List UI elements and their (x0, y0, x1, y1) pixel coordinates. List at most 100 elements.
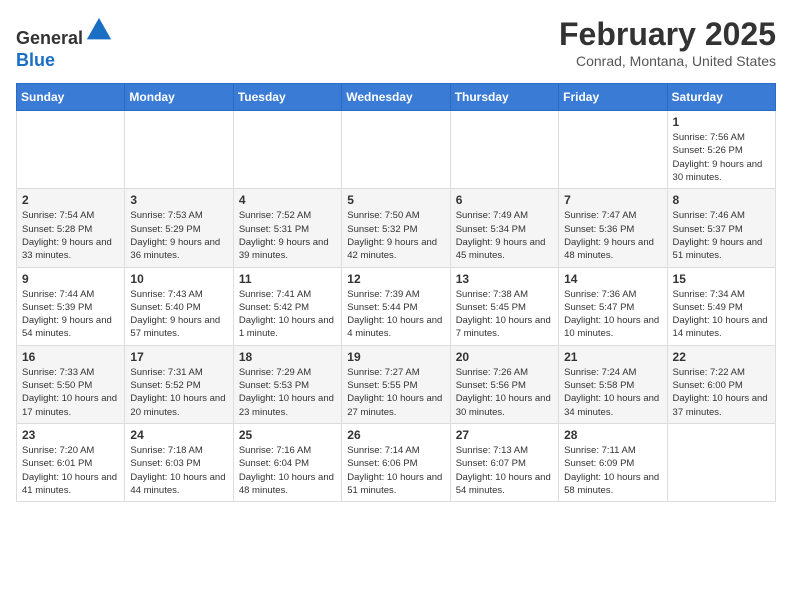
calendar-week-row: 23 Sunrise: 7:20 AM Sunset: 6:01 PM Dayli… (17, 423, 776, 501)
logo: General Blue (16, 16, 113, 71)
table-row (342, 111, 450, 189)
table-row: 16 Sunrise: 7:33 AM Sunset: 5:50 PM Dayli… (17, 345, 125, 423)
header-saturday: Saturday (667, 84, 775, 111)
day-info: Sunrise: 7:39 AM Sunset: 5:44 PM Dayligh… (347, 288, 444, 341)
day-info: Sunrise: 7:26 AM Sunset: 5:56 PM Dayligh… (456, 366, 553, 419)
day-info: Sunrise: 7:18 AM Sunset: 6:03 PM Dayligh… (130, 444, 227, 497)
day-info: Sunrise: 7:47 AM Sunset: 5:36 PM Dayligh… (564, 209, 661, 262)
table-row: 10Sunrise: 7:43 AM Sunset: 5:40 PM Dayli… (125, 267, 233, 345)
calendar-week-row: 9Sunrise: 7:44 AM Sunset: 5:39 PM Daylig… (17, 267, 776, 345)
table-row: 13 Sunrise: 7:38 AM Sunset: 5:45 PM Dayli… (450, 267, 558, 345)
day-info: Sunrise: 7:54 AM Sunset: 5:28 PM Dayligh… (22, 209, 119, 262)
header-wednesday: Wednesday (342, 84, 450, 111)
logo-blue: Blue (16, 50, 55, 70)
logo-icon (85, 16, 113, 44)
day-info: Sunrise: 7:29 AM Sunset: 5:53 PM Dayligh… (239, 366, 336, 419)
day-number: 2 (22, 193, 119, 207)
table-row: 2 Sunrise: 7:54 AM Sunset: 5:28 PM Daylig… (17, 189, 125, 267)
table-row: 17Sunrise: 7:31 AM Sunset: 5:52 PM Dayli… (125, 345, 233, 423)
calendar-table: Sunday Monday Tuesday Wednesday Thursday… (16, 83, 776, 502)
day-info: Sunrise: 7:50 AM Sunset: 5:32 PM Dayligh… (347, 209, 444, 262)
table-row (17, 111, 125, 189)
header-thursday: Thursday (450, 84, 558, 111)
table-row: 20 Sunrise: 7:26 AM Sunset: 5:56 PM Dayli… (450, 345, 558, 423)
day-number: 21 (564, 350, 661, 364)
day-number: 11 (239, 272, 336, 286)
day-info: Sunrise: 7:38 AM Sunset: 5:45 PM Dayligh… (456, 288, 553, 341)
day-info: Sunrise: 7:36 AM Sunset: 5:47 PM Dayligh… (564, 288, 661, 341)
day-info: Sunrise: 7:49 AM Sunset: 5:34 PM Dayligh… (456, 209, 553, 262)
day-number: 26 (347, 428, 444, 442)
table-row: 11 Sunrise: 7:41 AM Sunset: 5:42 PM Dayli… (233, 267, 341, 345)
table-row (233, 111, 341, 189)
day-info: Sunrise: 7:43 AM Sunset: 5:40 PM Dayligh… (130, 288, 227, 341)
day-number: 4 (239, 193, 336, 207)
day-info: Sunrise: 7:14 AM Sunset: 6:06 PM Dayligh… (347, 444, 444, 497)
day-number: 8 (673, 193, 770, 207)
calendar-week-row: 1 Sunrise: 7:56 AM Sunset: 5:26 PM Daylig… (17, 111, 776, 189)
logo-general: General (16, 28, 83, 48)
table-row (559, 111, 667, 189)
calendar-week-row: 16 Sunrise: 7:33 AM Sunset: 5:50 PM Dayli… (17, 345, 776, 423)
table-row: 4 Sunrise: 7:52 AM Sunset: 5:31 PM Daylig… (233, 189, 341, 267)
table-row: 5 Sunrise: 7:50 AM Sunset: 5:32 PM Daylig… (342, 189, 450, 267)
page-header: General Blue February 2025 Conrad, Monta… (16, 16, 776, 71)
table-row: 18 Sunrise: 7:29 AM Sunset: 5:53 PM Dayli… (233, 345, 341, 423)
table-row: 15 Sunrise: 7:34 AM Sunset: 5:49 PM Dayli… (667, 267, 775, 345)
day-info: Sunrise: 7:31 AM Sunset: 5:52 PM Dayligh… (130, 366, 227, 419)
day-number: 22 (673, 350, 770, 364)
day-number: 14 (564, 272, 661, 286)
table-row (125, 111, 233, 189)
day-number: 15 (673, 272, 770, 286)
day-number: 20 (456, 350, 553, 364)
day-info: Sunrise: 7:34 AM Sunset: 5:49 PM Dayligh… (673, 288, 770, 341)
day-info: Sunrise: 7:52 AM Sunset: 5:31 PM Dayligh… (239, 209, 336, 262)
day-number: 12 (347, 272, 444, 286)
day-info: Sunrise: 7:41 AM Sunset: 5:42 PM Dayligh… (239, 288, 336, 341)
table-row: 24 Sunrise: 7:18 AM Sunset: 6:03 PM Dayli… (125, 423, 233, 501)
table-row: 25Sunrise: 7:16 AM Sunset: 6:04 PM Dayli… (233, 423, 341, 501)
day-number: 18 (239, 350, 336, 364)
header-friday: Friday (559, 84, 667, 111)
table-row: 27Sunrise: 7:13 AM Sunset: 6:07 PM Dayli… (450, 423, 558, 501)
day-number: 6 (456, 193, 553, 207)
day-number: 25 (239, 428, 336, 442)
table-row: 14 Sunrise: 7:36 AM Sunset: 5:47 PM Dayli… (559, 267, 667, 345)
table-row (450, 111, 558, 189)
day-info: Sunrise: 7:33 AM Sunset: 5:50 PM Dayligh… (22, 366, 119, 419)
day-info: Sunrise: 7:11 AM Sunset: 6:09 PM Dayligh… (564, 444, 661, 497)
table-row: 3 Sunrise: 7:53 AM Sunset: 5:29 PM Daylig… (125, 189, 233, 267)
table-row: 23 Sunrise: 7:20 AM Sunset: 6:01 PM Dayli… (17, 423, 125, 501)
day-number: 13 (456, 272, 553, 286)
day-number: 5 (347, 193, 444, 207)
location: Conrad, Montana, United States (559, 53, 776, 69)
day-number: 19 (347, 350, 444, 364)
day-info: Sunrise: 7:13 AM Sunset: 6:07 PM Dayligh… (456, 444, 553, 497)
header-monday: Monday (125, 84, 233, 111)
day-info: Sunrise: 7:22 AM Sunset: 6:00 PM Dayligh… (673, 366, 770, 419)
day-info: Sunrise: 7:20 AM Sunset: 6:01 PM Dayligh… (22, 444, 119, 497)
table-row: 6 Sunrise: 7:49 AM Sunset: 5:34 PM Daylig… (450, 189, 558, 267)
day-number: 1 (673, 115, 770, 129)
day-number: 28 (564, 428, 661, 442)
day-number: 16 (22, 350, 119, 364)
table-row: 21 Sunrise: 7:24 AM Sunset: 5:58 PM Dayli… (559, 345, 667, 423)
calendar-week-row: 2 Sunrise: 7:54 AM Sunset: 5:28 PM Daylig… (17, 189, 776, 267)
day-info: Sunrise: 7:53 AM Sunset: 5:29 PM Dayligh… (130, 209, 227, 262)
table-row: 19Sunrise: 7:27 AM Sunset: 5:55 PM Dayli… (342, 345, 450, 423)
table-row: 28 Sunrise: 7:11 AM Sunset: 6:09 PM Dayli… (559, 423, 667, 501)
header-tuesday: Tuesday (233, 84, 341, 111)
day-info: Sunrise: 7:24 AM Sunset: 5:58 PM Dayligh… (564, 366, 661, 419)
table-row: 9Sunrise: 7:44 AM Sunset: 5:39 PM Daylig… (17, 267, 125, 345)
day-number: 9 (22, 272, 119, 286)
day-number: 23 (22, 428, 119, 442)
day-number: 7 (564, 193, 661, 207)
day-number: 3 (130, 193, 227, 207)
table-row: 12 Sunrise: 7:39 AM Sunset: 5:44 PM Dayli… (342, 267, 450, 345)
day-info: Sunrise: 7:46 AM Sunset: 5:37 PM Dayligh… (673, 209, 770, 262)
day-info: Sunrise: 7:56 AM Sunset: 5:26 PM Dayligh… (673, 131, 770, 184)
logo-text: General (16, 16, 113, 50)
table-row (667, 423, 775, 501)
table-row: 22 Sunrise: 7:22 AM Sunset: 6:00 PM Dayli… (667, 345, 775, 423)
day-number: 24 (130, 428, 227, 442)
